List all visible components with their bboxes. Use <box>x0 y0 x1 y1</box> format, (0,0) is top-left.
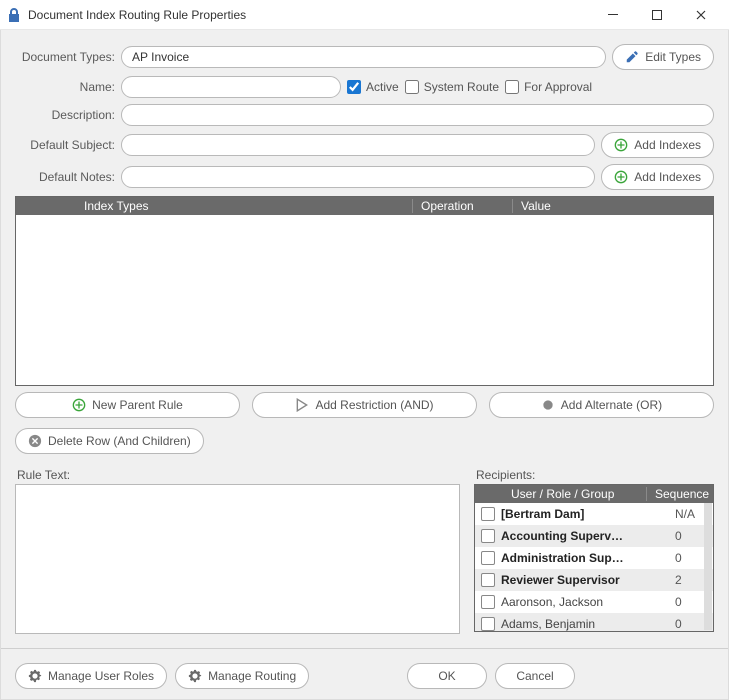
recipients-label: Recipients: <box>476 468 714 482</box>
ok-button[interactable]: OK <box>407 663 487 689</box>
recipients-row-sequence: 0 <box>675 595 707 609</box>
description-input[interactable] <box>121 104 714 126</box>
col-user-role-group: User / Role / Group <box>503 487 647 501</box>
add-indexes-label: Add Indexes <box>634 138 701 152</box>
index-grid-header: Index Types Operation Value <box>16 197 713 215</box>
system-route-checkbox-input[interactable] <box>405 80 419 94</box>
cancel-label: Cancel <box>516 669 553 683</box>
titlebar: Document Index Routing Rule Properties <box>0 0 729 30</box>
recipients-row-sequence: 2 <box>675 573 707 587</box>
recipients-row[interactable]: Administration Sup… 0 <box>475 547 713 569</box>
recipients-row[interactable]: Adams, Benjamin 0 <box>475 613 713 631</box>
index-grid-body[interactable] <box>16 215 713 385</box>
recipients-row-name: Aaronson, Jackson <box>501 595 669 609</box>
default-subject-input[interactable] <box>121 134 595 156</box>
plus-circle-icon <box>72 398 86 412</box>
pencil-icon <box>625 50 639 64</box>
recipients-row-sequence: N/A <box>675 507 707 521</box>
default-notes-input[interactable] <box>121 166 595 188</box>
footer: Manage User Roles Manage Routing OK Canc… <box>15 663 714 689</box>
recipients-row-name: [Bertram Dam] <box>501 507 669 521</box>
footer-divider <box>1 648 728 649</box>
description-label: Description: <box>15 108 115 122</box>
recipients-grid-body[interactable]: [Bertram Dam]N/AAccounting Superv…0Admin… <box>475 503 713 631</box>
manage-user-roles-button[interactable]: Manage User Roles <box>15 663 167 689</box>
recipients-row-checkbox[interactable] <box>481 529 495 543</box>
play-icon <box>295 398 309 412</box>
ok-label: OK <box>438 669 455 683</box>
add-indexes-notes-button[interactable]: Add Indexes <box>601 164 714 190</box>
cancel-button[interactable]: Cancel <box>495 663 575 689</box>
rule-text-label: Rule Text: <box>17 468 460 482</box>
active-checkbox-label: Active <box>366 80 399 94</box>
for-approval-checkbox-input[interactable] <box>505 80 519 94</box>
client-area: Document Types: Edit Types Name: Active … <box>0 30 729 700</box>
default-notes-label: Default Notes: <box>15 170 115 184</box>
name-label: Name: <box>15 80 115 94</box>
recipients-row[interactable]: Accounting Superv… 0 <box>475 525 713 547</box>
plus-circle-icon <box>614 170 628 184</box>
recipients-row-sequence: 0 <box>675 617 707 631</box>
gear-icon <box>28 669 42 683</box>
recipients-row-checkbox[interactable] <box>481 573 495 587</box>
edit-types-label: Edit Types <box>645 50 701 64</box>
gear-icon <box>188 669 202 683</box>
recipients-row-checkbox[interactable] <box>481 551 495 565</box>
delete-row-label: Delete Row (And Children) <box>48 434 191 448</box>
active-checkbox-input[interactable] <box>347 80 361 94</box>
system-route-checkbox-label: System Route <box>424 80 499 94</box>
add-alternate-button[interactable]: Add Alternate (OR) <box>489 392 714 418</box>
recipients-row[interactable]: Aaronson, Jackson 0 <box>475 591 713 613</box>
add-restriction-button[interactable]: Add Restriction (AND) <box>252 392 477 418</box>
recipients-row-checkbox[interactable] <box>481 595 495 609</box>
add-restriction-label: Add Restriction (AND) <box>315 398 433 412</box>
active-checkbox[interactable]: Active <box>347 80 399 94</box>
x-circle-icon <box>28 434 42 448</box>
new-parent-rule-button[interactable]: New Parent Rule <box>15 392 240 418</box>
add-alternate-label: Add Alternate (OR) <box>561 398 662 412</box>
name-input[interactable] <box>121 76 341 98</box>
new-parent-rule-label: New Parent Rule <box>92 398 183 412</box>
add-indexes-subject-button[interactable]: Add Indexes <box>601 132 714 158</box>
recipients-row-name: Reviewer Supervisor <box>501 573 669 587</box>
recipients-row-name: Adams, Benjamin <box>501 617 669 631</box>
col-index-types: Index Types <box>76 199 413 213</box>
col-sequence: Sequence <box>647 487 713 501</box>
for-approval-checkbox[interactable]: For Approval <box>505 80 592 94</box>
for-approval-checkbox-label: For Approval <box>524 80 592 94</box>
recipients-row[interactable]: [Bertram Dam] N/A <box>475 503 713 525</box>
recipients-scrollbar[interactable] <box>704 503 712 630</box>
default-subject-label: Default Subject: <box>15 138 115 152</box>
recipients-row-name: Accounting Superv… <box>501 529 669 543</box>
recipients-row[interactable]: Reviewer Supervisor 2 <box>475 569 713 591</box>
delete-row-button[interactable]: Delete Row (And Children) <box>15 428 204 454</box>
index-grid[interactable]: Index Types Operation Value <box>15 196 714 386</box>
document-types-label: Document Types: <box>15 50 115 64</box>
manage-user-roles-label: Manage User Roles <box>48 669 154 683</box>
manage-routing-button[interactable]: Manage Routing <box>175 663 309 689</box>
add-indexes-label: Add Indexes <box>634 170 701 184</box>
manage-routing-label: Manage Routing <box>208 669 296 683</box>
window-title: Document Index Routing Rule Properties <box>28 8 591 22</box>
lower-section: Rule Text: Recipients: User / Role / Gro… <box>15 460 714 632</box>
minimize-button[interactable] <box>591 0 635 30</box>
recipients-grid[interactable]: User / Role / Group Sequence [Bertram Da… <box>474 484 714 632</box>
col-operation: Operation <box>413 199 513 213</box>
maximize-button[interactable] <box>635 0 679 30</box>
system-route-checkbox[interactable]: System Route <box>405 80 499 94</box>
circle-icon <box>541 398 555 412</box>
rule-text-area[interactable] <box>15 484 460 634</box>
close-button[interactable] <box>679 0 723 30</box>
document-types-input[interactable] <box>121 46 606 68</box>
edit-types-button[interactable]: Edit Types <box>612 44 714 70</box>
recipients-row-checkbox[interactable] <box>481 507 495 521</box>
col-value: Value <box>513 199 713 213</box>
recipients-row-sequence: 0 <box>675 529 707 543</box>
recipients-row-sequence: 0 <box>675 551 707 565</box>
recipients-row-name: Administration Sup… <box>501 551 669 565</box>
plus-circle-icon <box>614 138 628 152</box>
lock-icon <box>6 7 22 23</box>
recipients-row-checkbox[interactable] <box>481 617 495 631</box>
recipients-grid-header: User / Role / Group Sequence <box>475 485 713 503</box>
